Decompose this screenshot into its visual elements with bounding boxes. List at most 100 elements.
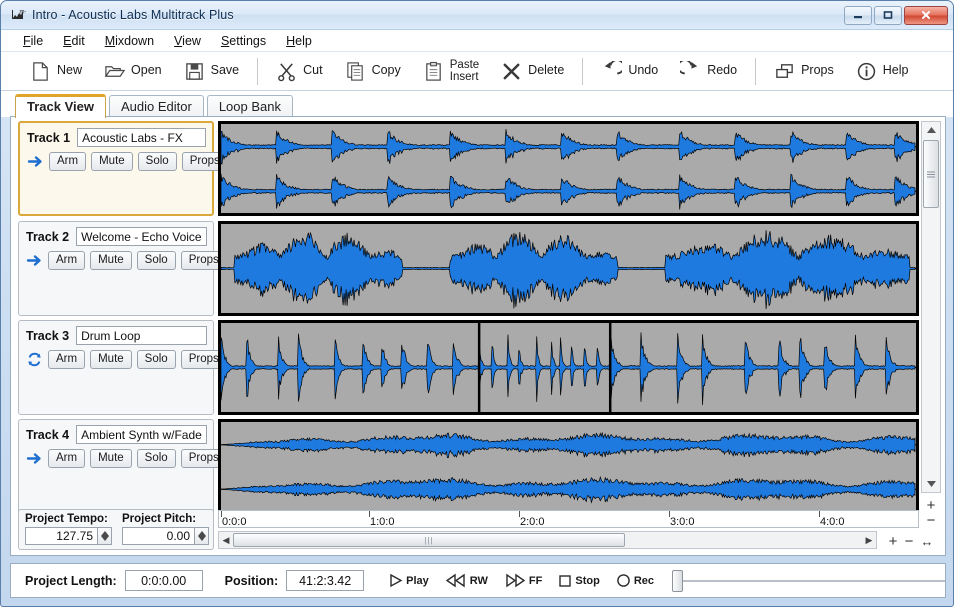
- track-3-name-field[interactable]: Drum Loop: [76, 326, 207, 345]
- track-4-button-row: Arm Mute Solo Props: [19, 444, 213, 468]
- track-4-name-field[interactable]: Ambient Synth w/Fade: [76, 425, 207, 444]
- project-pitch-stepper[interactable]: 0.00: [122, 527, 209, 545]
- ruler-label-0: 0:0:0: [222, 516, 246, 528]
- horizontal-scrollbar[interactable]: ◀ ||| ▶: [218, 531, 877, 549]
- play-label: Play: [406, 575, 429, 587]
- menu-item-edit[interactable]: Edit: [53, 32, 95, 50]
- track-1-name-field[interactable]: Acoustic Labs - FX: [77, 128, 206, 147]
- help-button[interactable]: Help: [845, 56, 920, 87]
- track-1-mute-button[interactable]: Mute: [91, 152, 133, 171]
- track-4-mute-button[interactable]: Mute: [90, 449, 132, 468]
- status-bar: Project Length: 0:0:0.00 Position: 41:2:…: [10, 563, 946, 598]
- track-3-solo-button[interactable]: Solo: [137, 350, 176, 369]
- position-label: Position:: [225, 574, 278, 588]
- delete-button[interactable]: Delete: [490, 56, 575, 87]
- rewind-button[interactable]: RW: [437, 571, 496, 590]
- save-button[interactable]: Save: [173, 56, 251, 87]
- track-header-4[interactable]: Track 4 Ambient Synth w/Fade Arm Mute So…: [18, 419, 214, 514]
- track-3-mute-button[interactable]: Mute: [90, 350, 132, 369]
- project-length-label: Project Length:: [25, 574, 117, 588]
- menu-item-help[interactable]: Help: [276, 32, 322, 50]
- vertical-scroll-thumb[interactable]: [923, 140, 939, 208]
- track-4-arm-button[interactable]: Arm: [48, 449, 85, 468]
- position-value[interactable]: 41:2:3.42: [286, 570, 364, 591]
- track-2-name-field[interactable]: Welcome - Echo Voice: [76, 227, 207, 246]
- maximize-button[interactable]: [874, 6, 902, 25]
- horizontal-scroll-thumb[interactable]: |||: [233, 533, 625, 547]
- track-1-solo-button[interactable]: Solo: [138, 152, 177, 171]
- project-pitch-value[interactable]: 0.00: [122, 527, 195, 545]
- arrow-right-icon[interactable]: [27, 153, 44, 170]
- copy-button[interactable]: Copy: [334, 56, 412, 87]
- open-folder-icon: [104, 61, 125, 82]
- project-tempo-stepper[interactable]: 127.75: [25, 527, 112, 545]
- pitch-spinner-arrows[interactable]: [195, 527, 209, 545]
- tab-loop-bank[interactable]: Loop Bank: [207, 95, 293, 118]
- redo-button[interactable]: Redo: [669, 56, 748, 87]
- master-volume-slider[interactable]: [672, 574, 945, 588]
- record-button[interactable]: Rec: [608, 571, 662, 590]
- track-header-3[interactable]: Track 3 Drum Loop Arm Mute Solo Props: [18, 320, 214, 415]
- waveform-lane-1[interactable]: [218, 121, 919, 216]
- toolbar-separator-1: [257, 58, 258, 85]
- arrow-right-icon[interactable]: [26, 252, 43, 269]
- horizontal-zoom-out-button[interactable]: −: [901, 534, 917, 549]
- scroll-right-icon[interactable]: ▶: [862, 535, 876, 546]
- track-3-arm-button[interactable]: Arm: [48, 350, 85, 369]
- scroll-up-icon[interactable]: [922, 122, 940, 138]
- volume-slider-track: [672, 580, 945, 582]
- stop-button[interactable]: Stop: [550, 572, 607, 590]
- track-4-solo-button[interactable]: Solo: [137, 449, 176, 468]
- tab-track-view[interactable]: Track View: [15, 94, 106, 118]
- open-button[interactable]: Open: [93, 56, 173, 87]
- scroll-down-icon[interactable]: [922, 476, 940, 492]
- menu-item-view[interactable]: View: [164, 32, 211, 50]
- new-button[interactable]: New: [19, 56, 93, 87]
- waveform-lane-4[interactable]: [218, 419, 919, 514]
- track-1-number: Track 1: [27, 131, 70, 145]
- waveform-lane-3[interactable]: [218, 320, 919, 415]
- track-header-1[interactable]: Track 1 Acoustic Labs - FX Arm Mute Solo…: [18, 121, 214, 216]
- track-headers-column: Track 1 Acoustic Labs - FX Arm Mute Solo…: [18, 121, 214, 515]
- minimize-button[interactable]: [844, 6, 872, 25]
- tab-track-view-label: Track View: [27, 99, 94, 114]
- menu-item-mixdown[interactable]: Mixdown: [95, 32, 164, 50]
- track-2-button-row: Arm Mute Solo Props: [19, 246, 213, 270]
- copy-button-label: Copy: [372, 64, 401, 77]
- undo-arrow-icon: [601, 61, 622, 82]
- volume-slider-thumb[interactable]: [672, 570, 683, 592]
- track-3-title-row: Track 3 Drum Loop: [19, 321, 213, 345]
- tempo-spinner-arrows[interactable]: [98, 527, 112, 545]
- tab-audio-editor[interactable]: Audio Editor: [109, 95, 204, 118]
- track-2-solo-button[interactable]: Solo: [137, 251, 176, 270]
- loop-refresh-icon[interactable]: [26, 351, 43, 368]
- window-controls: [844, 6, 953, 25]
- track-header-2[interactable]: Track 2 Welcome - Echo Voice Arm Mute So…: [18, 221, 214, 316]
- arrow-right-icon[interactable]: [26, 450, 43, 467]
- project-pitch-cell: Project Pitch: 0.00: [116, 510, 213, 549]
- waveform-lane-2[interactable]: [218, 221, 919, 316]
- ruler-label-4: 4:0:0: [820, 516, 844, 528]
- props-button-label: Props: [801, 64, 834, 77]
- track-2-arm-button[interactable]: Arm: [48, 251, 85, 270]
- track-1-arm-button[interactable]: Arm: [49, 152, 86, 171]
- close-button[interactable]: [904, 6, 948, 25]
- fast-forward-button[interactable]: FF: [496, 571, 550, 590]
- project-tempo-value[interactable]: 127.75: [25, 527, 98, 545]
- play-button[interactable]: Play: [380, 571, 437, 590]
- undo-button[interactable]: Undo: [590, 56, 669, 87]
- vertical-scrollbar[interactable]: [921, 121, 941, 493]
- horizontal-zoom-in-button[interactable]: +: [885, 534, 901, 549]
- vertical-zoom-in-button[interactable]: +: [923, 498, 939, 513]
- paste-insert-button[interactable]: Paste Insert: [412, 56, 490, 87]
- scroll-left-icon[interactable]: ◀: [219, 535, 233, 546]
- menu-item-file[interactable]: File: [13, 32, 53, 50]
- open-button-label: Open: [131, 64, 162, 77]
- props-button[interactable]: Props: [763, 56, 845, 87]
- cut-button[interactable]: Cut: [265, 56, 333, 87]
- horizontal-zoom-fit-button[interactable]: ↔: [919, 534, 935, 549]
- track-2-mute-button[interactable]: Mute: [90, 251, 132, 270]
- vertical-zoom-out-button[interactable]: −: [923, 513, 939, 528]
- menu-item-settings[interactable]: Settings: [211, 32, 276, 50]
- timeline-ruler[interactable]: 0:0:0 1:0:0 2:0:0 3:0:0 4:0:0: [218, 510, 919, 528]
